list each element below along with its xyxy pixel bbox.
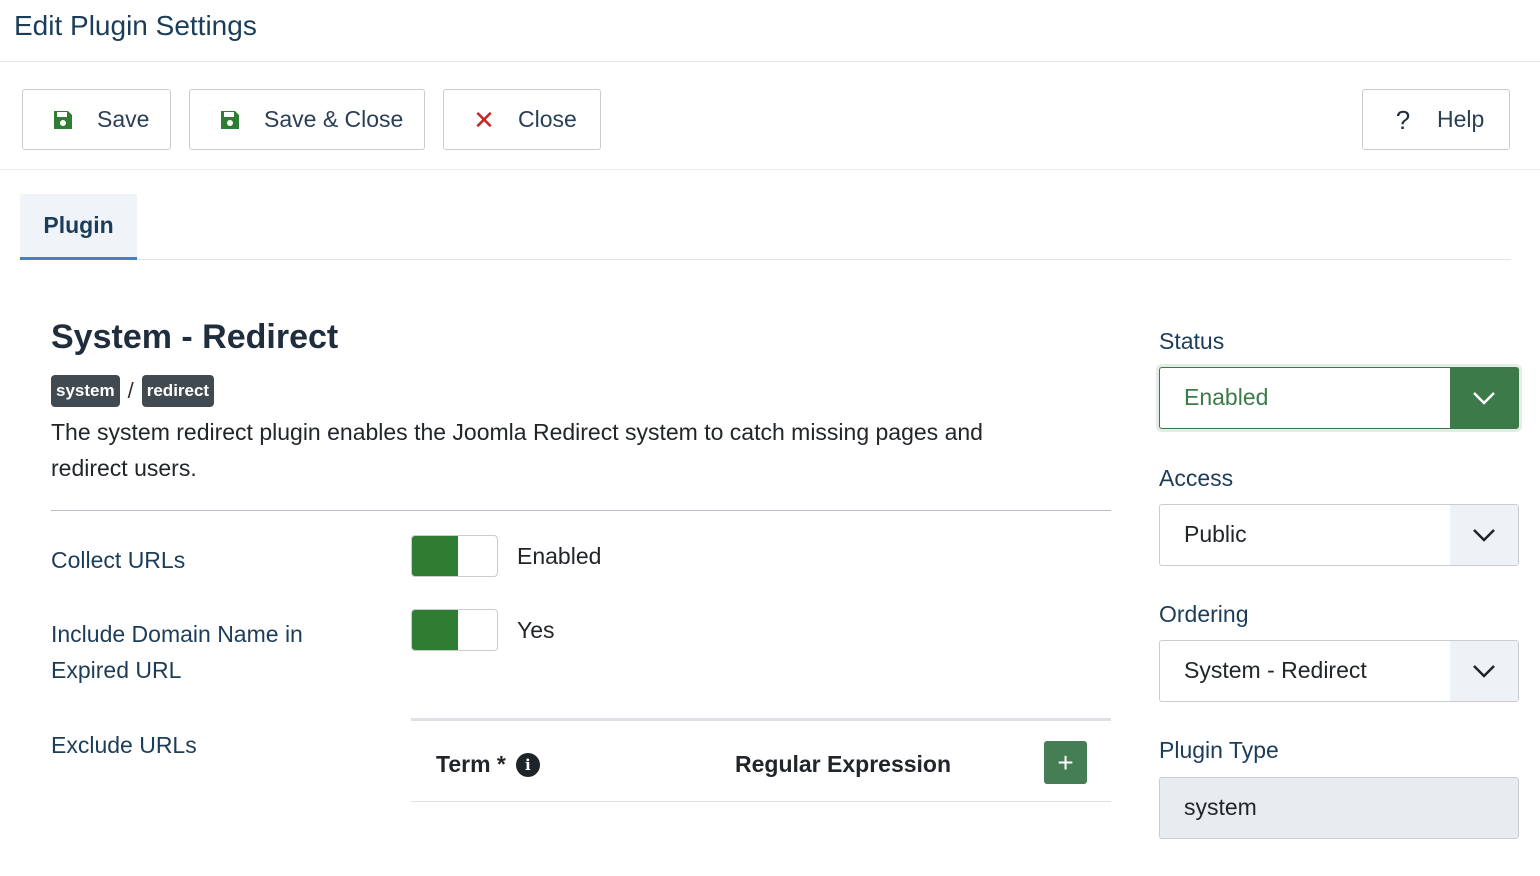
access-select[interactable]: Public <box>1159 504 1519 566</box>
access-label: Access <box>1159 465 1234 491</box>
term-column-label: Term * <box>436 751 506 777</box>
info-icon[interactable]: i <box>515 752 540 777</box>
regex-column-header: Regular Expression <box>735 751 952 777</box>
term-column-header: Term * i <box>436 751 540 778</box>
include-domain-switch[interactable] <box>411 609 498 651</box>
badge-folder: system <box>51 375 120 407</box>
ordering-value: System - Redirect <box>1184 657 1367 683</box>
switch-knob <box>412 610 458 650</box>
tab-bar: Plugin <box>20 194 1511 260</box>
collect-urls-state: Enabled <box>517 543 602 569</box>
plugin-type-label: Plugin Type <box>1159 737 1279 763</box>
chevron-down-icon <box>1450 505 1518 565</box>
close-button[interactable]: ✕ Close <box>443 89 601 150</box>
plugin-badges: system / redirect <box>51 375 215 407</box>
plugin-description: The system redirect plugin enables the J… <box>51 419 983 481</box>
close-button-label: Close <box>518 106 577 132</box>
status-value: Enabled <box>1184 384 1269 410</box>
plugin-name: System - Redirect <box>51 318 339 356</box>
exclude-urls-table: Term * i Regular Expression + <box>411 718 1111 802</box>
access-value: Public <box>1184 521 1247 547</box>
save-button[interactable]: Save <box>22 89 171 150</box>
save-icon <box>51 108 75 132</box>
close-icon: ✕ <box>473 104 495 135</box>
chevron-down-icon <box>1450 641 1518 701</box>
save-close-button-label: Save & Close <box>264 106 404 132</box>
help-button-label: Help <box>1437 106 1485 132</box>
badge-element: redirect <box>141 375 215 407</box>
include-domain-label: Include Domain Name in Expired URL <box>51 621 303 683</box>
status-label: Status <box>1159 328 1225 354</box>
ordering-label: Ordering <box>1159 601 1249 627</box>
save-close-button[interactable]: Save & Close <box>189 89 425 150</box>
save-icon <box>218 108 242 132</box>
divider <box>51 510 1111 511</box>
switch-knob <box>412 536 458 576</box>
status-select[interactable]: Enabled <box>1159 367 1519 429</box>
exclude-urls-label: Exclude URLs <box>51 732 197 758</box>
badge-separator: / <box>127 378 134 403</box>
collect-urls-switch[interactable] <box>411 535 498 577</box>
page-header: Edit Plugin Settings <box>0 0 1540 62</box>
collect-urls-label: Collect URLs <box>51 547 186 573</box>
chevron-down-icon <box>1450 368 1518 428</box>
plugin-type-field: system <box>1159 777 1519 839</box>
page-title: Edit Plugin Settings <box>14 10 257 41</box>
include-domain-state: Yes <box>517 617 555 643</box>
tab-plugin[interactable]: Plugin <box>20 194 137 260</box>
ordering-select[interactable]: System - Redirect <box>1159 640 1519 702</box>
toolbar: Save Save & Close ✕ Close ? Help <box>0 62 1540 170</box>
add-row-button[interactable]: + <box>1044 741 1087 784</box>
plugin-type-value: system <box>1184 794 1257 820</box>
help-button[interactable]: ? Help <box>1362 89 1510 150</box>
save-button-label: Save <box>97 106 150 132</box>
question-icon: ? <box>1395 104 1411 135</box>
